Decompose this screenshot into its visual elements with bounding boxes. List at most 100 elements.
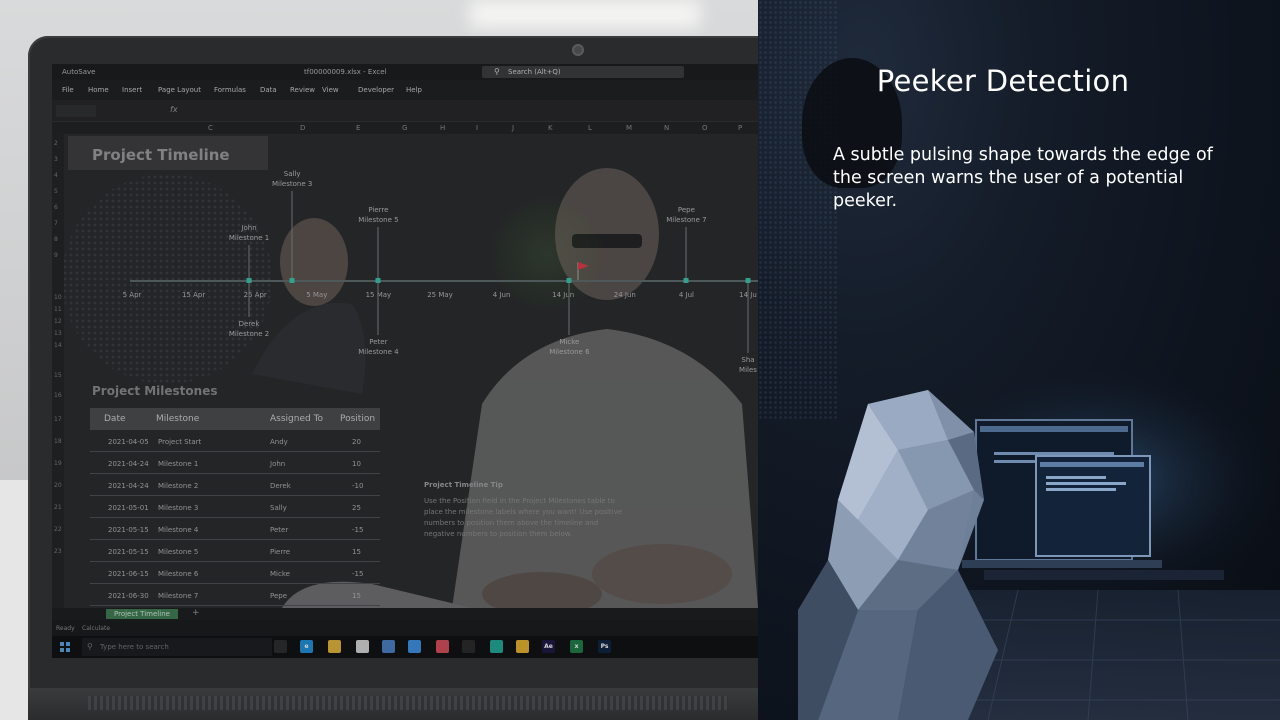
milestone-owner: Peter xyxy=(369,338,388,346)
milestone-owner: John xyxy=(241,224,257,232)
timeline-title: Project Timeline xyxy=(68,136,268,170)
milestone-stem xyxy=(291,191,293,281)
ribbon-tab-data[interactable]: Data xyxy=(260,86,277,94)
search-box[interactable]: ⚲ Search (Alt+Q) xyxy=(482,66,684,78)
column-header: H xyxy=(440,124,446,132)
milestone-name: Miles xyxy=(739,366,757,374)
row-header: 5 xyxy=(54,188,58,195)
edge-icon[interactable]: e xyxy=(300,640,313,653)
table-cell: Pepe xyxy=(270,592,288,600)
table-header-date: Date xyxy=(104,414,126,424)
milestone-name: Milestone 5 xyxy=(358,216,399,224)
table-row[interactable]: 2021-04-24 Milestone 2 Derek -10 xyxy=(90,474,380,496)
ribbon-tab-file[interactable]: File xyxy=(62,86,74,94)
table-row[interactable]: 2021-06-15 Milestone 6 Micke -15 xyxy=(90,562,380,584)
stage: AutoSave tf00000009.xlsx - Excel ⚲ Searc… xyxy=(0,0,1280,720)
table-cell: Milestone 2 xyxy=(158,482,199,490)
table-cell: 2021-05-15 xyxy=(108,548,149,556)
column-header: C xyxy=(208,124,213,132)
add-sheet-button[interactable]: + xyxy=(192,608,200,618)
formula-bar: fx xyxy=(52,100,758,122)
column-header: P xyxy=(738,124,743,132)
ribbon-tab-view[interactable]: View xyxy=(322,86,339,94)
timeline-tick: 4 Jun xyxy=(492,291,511,299)
row-header: 11 xyxy=(54,306,62,313)
timeline-tick: 14 Jun xyxy=(552,291,575,299)
table-cell: Milestone 7 xyxy=(158,592,199,600)
app-multicolor-icon[interactable] xyxy=(436,640,449,653)
table-cell: 2021-04-05 xyxy=(108,438,149,446)
milestone-label: Sha Miles xyxy=(739,355,757,375)
row-header: 9 xyxy=(54,252,58,259)
milestone-label: Pepe Milestone 7 xyxy=(666,205,706,225)
table-cell: 2021-04-24 xyxy=(108,460,149,468)
ribbon-tab-formulas[interactable]: Formulas xyxy=(214,86,246,94)
table-row[interactable]: 2021-06-30 Milestone 7 Pepe 15 xyxy=(90,584,380,606)
milestone-label: Pierre Milestone 5 xyxy=(358,205,398,225)
row-header: 21 xyxy=(54,504,62,511)
sheet-tabs: Project Timeline + xyxy=(52,608,758,620)
row-header: 2 xyxy=(54,140,58,147)
milestone-name: Milestone 7 xyxy=(666,216,707,224)
table-cell: 2021-04-24 xyxy=(108,482,149,490)
windows-start-icon[interactable] xyxy=(60,642,70,652)
app-blue-icon[interactable] xyxy=(408,640,421,653)
table-row[interactable]: 2021-04-05 Project Start Andy 20 xyxy=(90,430,380,452)
autosave-toggle[interactable]: AutoSave xyxy=(62,68,95,76)
laptop-base xyxy=(28,688,788,720)
after-effects-icon[interactable]: Ae xyxy=(542,640,555,653)
column-header: E xyxy=(356,124,361,132)
timeline-tick: 25 May xyxy=(427,291,453,299)
milestones-table: Date Milestone Assigned To Position 2021-04… xyxy=(90,408,380,606)
ribbon-tab-developer[interactable]: Developer xyxy=(358,86,394,94)
mail-icon[interactable] xyxy=(382,640,395,653)
tip-title: Project Timeline Tip xyxy=(424,481,503,489)
milestone-stem xyxy=(248,245,250,281)
task-view-icon[interactable] xyxy=(274,640,287,653)
table-row[interactable]: 2021-05-01 Milestone 3 Sally 25 xyxy=(90,496,380,518)
panel-body: A subtle pulsing shape towards the edge … xyxy=(833,145,1213,211)
row-header: 13 xyxy=(54,330,62,337)
milestone-marker xyxy=(683,278,689,283)
timeline-tick: 5 May xyxy=(306,291,328,299)
visual-studio-icon[interactable] xyxy=(462,640,475,653)
milestone-label: Peter Milestone 4 xyxy=(358,337,398,357)
row-header: 16 xyxy=(54,392,62,399)
row-header: 18 xyxy=(54,438,62,445)
app-teal-icon[interactable] xyxy=(490,640,503,653)
fx-icon[interactable]: fx xyxy=(170,105,178,114)
ribbon-tab-review[interactable]: Review xyxy=(290,86,315,94)
status-calculate[interactable]: Calculate xyxy=(82,625,110,632)
excel-titlebar: AutoSave tf00000009.xlsx - Excel ⚲ Searc… xyxy=(52,64,758,80)
name-box[interactable] xyxy=(56,105,96,117)
row-header: 14 xyxy=(54,342,62,349)
table-cell: 2021-05-15 xyxy=(108,526,149,534)
ribbon-tab-help[interactable]: Help xyxy=(406,86,422,94)
store-icon[interactable] xyxy=(356,640,369,653)
milestone-name: Milestone 3 xyxy=(271,180,313,188)
row-header: 4 xyxy=(54,172,58,179)
status-bar: Ready Calculate xyxy=(52,620,758,636)
milestone-stem xyxy=(747,281,749,353)
table-row[interactable]: 2021-05-15 Milestone 5 Pierre 15 xyxy=(90,540,380,562)
ribbon-tab-insert[interactable]: Insert xyxy=(122,86,142,94)
search-placeholder: Search (Alt+Q) xyxy=(508,68,561,76)
milestone-owner: Sha xyxy=(741,356,755,364)
tip-text: Use the Position field in the Project Mi… xyxy=(424,497,623,538)
table-cell: 2021-06-15 xyxy=(108,570,149,578)
ribbon-tab-home[interactable]: Home xyxy=(88,86,109,94)
photoshop-icon[interactable]: Ps xyxy=(598,640,611,653)
ribbon-tab-page-layout[interactable]: Page Layout xyxy=(158,86,201,94)
milestone-label: Sally Milestone 3 xyxy=(272,169,312,189)
table-cell: Pierre xyxy=(270,548,291,556)
table-row[interactable]: 2021-04-24 Milestone 1 John 10 xyxy=(90,452,380,474)
table-row[interactable]: 2021-05-15 Milestone 4 Peter -15 xyxy=(90,518,380,540)
excel-icon[interactable]: x xyxy=(570,640,583,653)
chrome-icon[interactable] xyxy=(516,640,529,653)
file-explorer-icon[interactable] xyxy=(328,640,341,653)
milestone-marker xyxy=(375,278,381,283)
column-header: L xyxy=(588,124,592,132)
search-icon: ⚲ xyxy=(87,642,93,651)
sheet-tab-project-timeline[interactable]: Project Timeline xyxy=(106,609,178,619)
taskbar-search[interactable]: ⚲ Type here to search xyxy=(82,638,272,656)
